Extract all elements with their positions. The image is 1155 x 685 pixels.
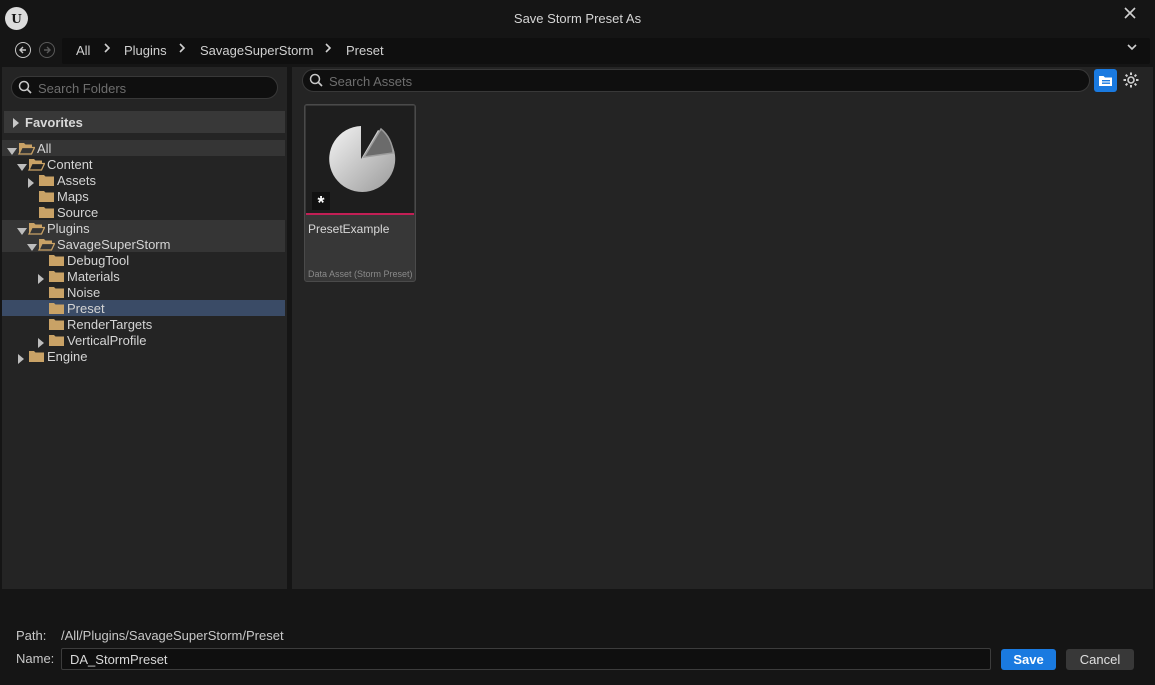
- folder-tree-label: Source: [57, 205, 99, 220]
- asset-thumbnail: *: [306, 106, 414, 213]
- close-icon: [1124, 7, 1136, 19]
- cancel-button[interactable]: Cancel: [1066, 649, 1134, 670]
- breadcrumb: All Plugins SavageSuperStorm Preset: [62, 38, 1150, 64]
- folder-tree-label: All: [37, 141, 52, 156]
- search-icon: [18, 80, 33, 98]
- folder-tree-label: DebugTool: [67, 253, 130, 268]
- new-asset-badge: *: [312, 192, 330, 213]
- expand-arrow-icon: [12, 116, 20, 131]
- folder-tree-item-rendertargets[interactable]: RenderTargets: [2, 316, 285, 332]
- folder-panel: Favorites AllContentAssetsMapsSourcePlug…: [2, 67, 287, 589]
- search-icon: [309, 73, 324, 91]
- breadcrumb-savagesuperstorm[interactable]: SavageSuperStorm: [200, 43, 313, 58]
- asset-panel: * PresetExample Data Asset (Storm Preset…: [292, 67, 1153, 589]
- folder-tree-item-debugtool[interactable]: DebugTool: [2, 252, 285, 268]
- title-bar: U Save Storm Preset As: [0, 0, 1155, 38]
- navigation-bar: All Plugins SavageSuperStorm Preset: [0, 38, 1155, 64]
- folder-tree-label: Content: [47, 157, 93, 172]
- asset-tile[interactable]: * PresetExample Data Asset (Storm Preset…: [304, 104, 416, 282]
- breadcrumb-separator-icon[interactable]: [324, 42, 332, 57]
- folder-tree-label: Assets: [57, 173, 97, 188]
- asset-type-label: Data Asset (Storm Preset): [308, 269, 412, 279]
- search-folders-box: [11, 76, 278, 99]
- folder-tree-label: Noise: [67, 285, 101, 300]
- folder-tree-item-materials[interactable]: Materials: [2, 268, 285, 284]
- folder-tree-label: VerticalProfile: [67, 333, 147, 348]
- folder-tree-item-source[interactable]: Source: [2, 204, 285, 220]
- folder-tree-item-maps[interactable]: Maps: [2, 188, 285, 204]
- folder-tree-item-noise[interactable]: Noise: [2, 284, 285, 300]
- favorites-label: Favorites: [25, 115, 83, 130]
- folder-tree-item-content[interactable]: Content: [2, 156, 285, 172]
- folder-tree-label: Engine: [47, 349, 88, 364]
- window-title: Save Storm Preset As: [513, 11, 642, 26]
- breadcrumb-plugins[interactable]: Plugins: [124, 43, 167, 58]
- history-dropdown-button[interactable]: [1126, 41, 1138, 56]
- folder-tree-item-all[interactable]: All: [2, 140, 285, 156]
- folder-tree-item-assets[interactable]: Assets: [2, 172, 285, 188]
- save-footer: Path: /All/Plugins/SavageSuperStorm/Pres…: [0, 590, 1155, 685]
- folder-tree-item-plugins[interactable]: Plugins: [2, 220, 285, 236]
- favorites-header[interactable]: Favorites: [4, 111, 285, 133]
- folder-tree-label: Preset: [67, 301, 105, 316]
- path-value: /All/Plugins/SavageSuperStorm/Preset: [61, 628, 284, 643]
- folder-tree-item-savagesuperstorm[interactable]: SavageSuperStorm: [2, 236, 285, 252]
- folder-tree-item-verticalprofile[interactable]: VerticalProfile: [2, 332, 285, 348]
- folder-tree-label: Maps: [57, 189, 89, 204]
- search-folders-input[interactable]: [38, 79, 258, 97]
- breadcrumb-all[interactable]: All: [76, 43, 90, 58]
- breadcrumb-preset[interactable]: Preset: [346, 43, 384, 58]
- breadcrumb-separator-icon[interactable]: [103, 42, 111, 57]
- folder-tree-item-engine[interactable]: Engine: [2, 348, 285, 364]
- forward-button[interactable]: [39, 42, 55, 58]
- path-label: Path:: [16, 628, 47, 643]
- folder-icon: [28, 350, 45, 366]
- folder-tree-label: Plugins: [47, 221, 90, 236]
- folder-tree-item-preset[interactable]: Preset: [2, 300, 285, 316]
- search-assets-input[interactable]: [329, 72, 1069, 90]
- folder-tree-label: RenderTargets: [67, 317, 153, 332]
- folder-tree-label: Materials: [67, 269, 120, 284]
- back-button[interactable]: [15, 42, 31, 58]
- arrow-left-icon: [19, 46, 26, 54]
- asset-name: PresetExample: [308, 222, 390, 236]
- name-label: Name:: [16, 651, 55, 666]
- folder-tree-label: SavageSuperStorm: [57, 237, 171, 252]
- close-button[interactable]: [1121, 5, 1139, 23]
- folder-icon: [1099, 76, 1112, 86]
- save-button[interactable]: Save: [1001, 649, 1056, 670]
- asset-name-field[interactable]: [61, 648, 991, 670]
- gear-icon: [1123, 72, 1139, 88]
- show-folders-toggle-button[interactable]: [1094, 69, 1117, 92]
- arrow-right-icon: [44, 46, 51, 54]
- breadcrumb-separator-icon[interactable]: [178, 42, 186, 57]
- chevron-down-icon: [1127, 44, 1137, 51]
- asset-type-color-bar: [306, 213, 414, 215]
- expand-arrow-icon[interactable]: [17, 352, 25, 367]
- settings-button[interactable]: [1122, 71, 1140, 89]
- search-assets-box: [302, 69, 1090, 92]
